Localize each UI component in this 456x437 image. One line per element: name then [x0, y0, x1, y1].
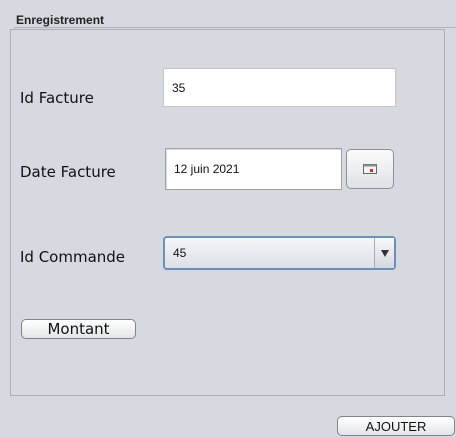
panel-title: Enregistrement: [16, 13, 105, 27]
ajouter-button[interactable]: AJOUTER: [337, 416, 455, 436]
id-commande-selected-value: 45: [173, 246, 187, 260]
id-facture-input[interactable]: [163, 68, 396, 107]
montant-button[interactable]: Montant: [21, 319, 136, 339]
id-commande-label: Id Commande: [20, 248, 126, 266]
date-picker-button[interactable]: [346, 149, 394, 189]
calendar-icon: [363, 164, 377, 174]
id-commande-select[interactable]: 45: [163, 236, 396, 270]
title-divider: [14, 27, 456, 28]
id-facture-label: Id Facture: [20, 89, 94, 107]
arrow-down-icon: [380, 249, 389, 257]
date-facture-label: Date Facture: [20, 163, 116, 181]
id-commande-dropdown-button[interactable]: [374, 238, 394, 268]
date-facture-input[interactable]: [165, 148, 342, 190]
